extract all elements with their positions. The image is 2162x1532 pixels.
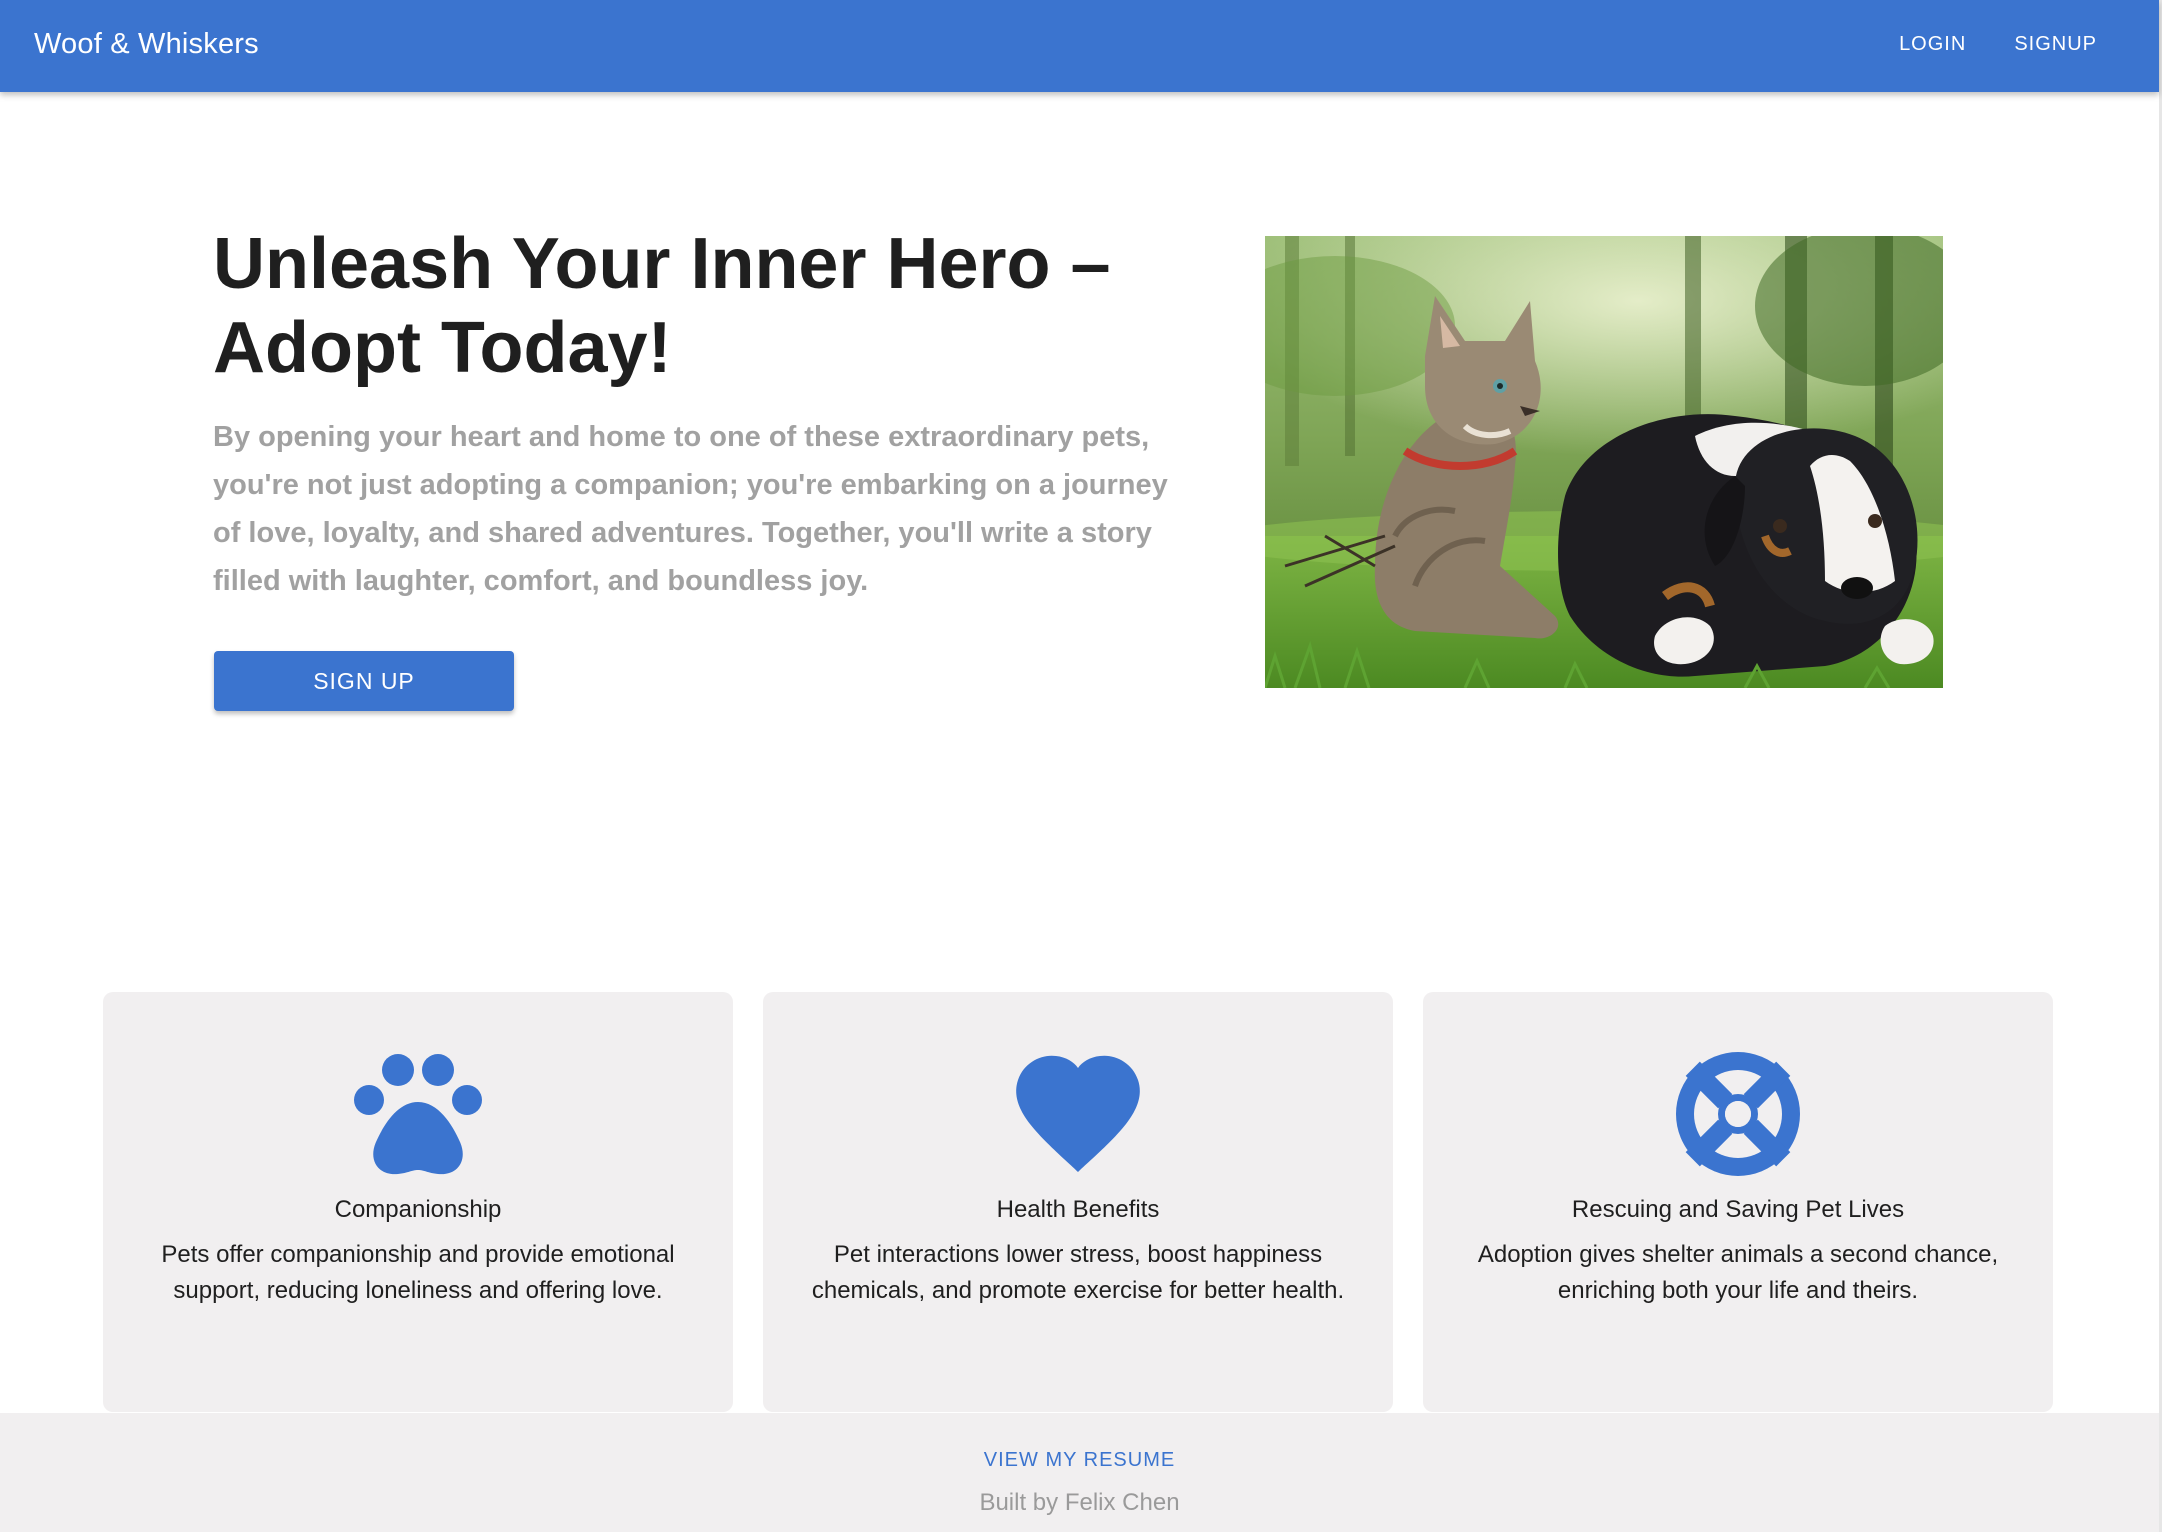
heart-icon	[763, 1050, 1393, 1178]
card-text: Adoption gives shelter animals a second …	[1477, 1241, 1999, 1304]
card-title: Companionship	[334, 1196, 502, 1223]
card-text: Pet interactions lower stress, boost hap…	[811, 1241, 1345, 1304]
signup-nav-button[interactable]: SIGNUP	[1990, 21, 2121, 68]
hero-photo-cat-and-dog	[1265, 236, 1943, 688]
card-title: Rescuing and Saving Pet Lives	[1571, 1196, 1905, 1223]
card-text: Pets offer companionship and provide emo…	[161, 1241, 675, 1304]
cat-and-dog-photo	[1265, 236, 1943, 688]
paw-icon	[103, 1050, 733, 1178]
login-button[interactable]: LOGIN	[1875, 21, 1990, 68]
card-title: Health Benefits	[996, 1196, 1160, 1223]
feature-card-health-benefits: Health Benefits Pet interactions lower s…	[763, 992, 1393, 1412]
feature-card-companionship: Companionship Pets offer companionship a…	[103, 992, 733, 1412]
page: Woof & Whiskers LOGIN SIGNUP Unleash You…	[0, 0, 2162, 1532]
feature-card-rescuing: Rescuing and Saving Pet Lives Adoption g…	[1423, 992, 2053, 1412]
lifebuoy-icon	[1423, 1050, 2053, 1178]
top-nav: LOGIN SIGNUP	[1875, 0, 2121, 88]
hero-signup-button[interactable]: SIGN UP	[214, 651, 514, 711]
footer: VIEW MY RESUME Built by Felix Chen	[0, 1413, 2159, 1532]
view-resume-link[interactable]: VIEW MY RESUME	[0, 1449, 2159, 1472]
hero-title: Unleash Your Inner Hero – Adopt Today!	[213, 224, 1111, 388]
app-bar: Woof & Whiskers LOGIN SIGNUP	[0, 0, 2159, 92]
hero-description: By opening your heart and home to one of…	[213, 421, 1168, 597]
built-by-credit: Built by Felix Chen	[979, 1489, 1180, 1516]
brand-logo-text[interactable]: Woof & Whiskers	[34, 0, 259, 88]
